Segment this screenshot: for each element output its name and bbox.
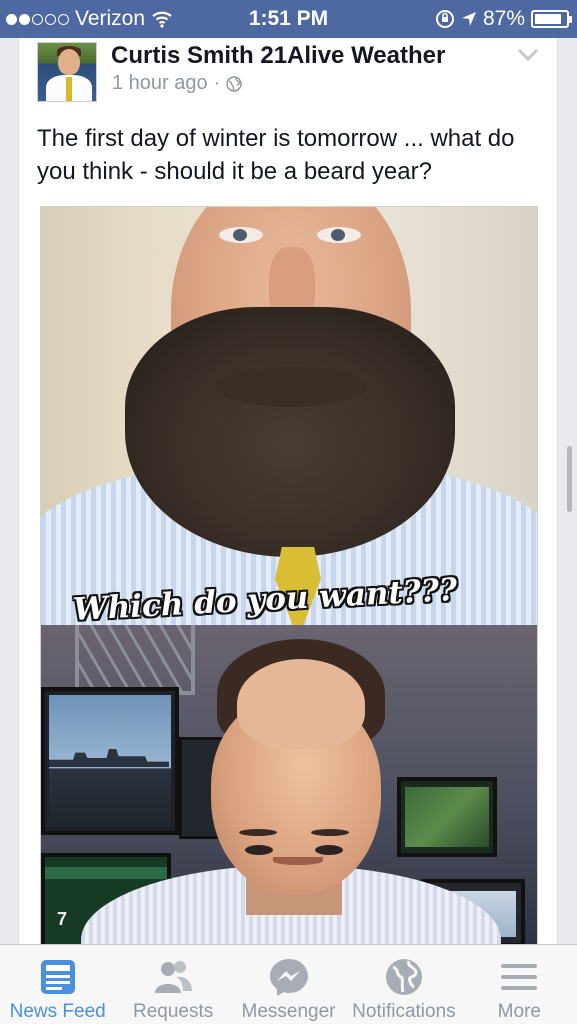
- tab-news-feed[interactable]: News Feed: [0, 945, 115, 1024]
- location-arrow-icon: [461, 12, 476, 26]
- news-feed-post: Curtis Smith 21Alive Weather 1 hour ago …: [18, 38, 558, 948]
- chevron-down-icon[interactable]: [517, 48, 539, 62]
- status-right: 87%: [435, 7, 572, 31]
- monitor-temperature: 7: [57, 909, 68, 929]
- meta-separator: ·: [213, 72, 221, 94]
- post-timestamp[interactable]: 1 hour ago: [112, 72, 208, 95]
- battery-percent: 87%: [482, 7, 525, 30]
- post-text: The first day of winter is tomorrow ... …: [37, 125, 515, 185]
- tab-more[interactable]: More: [462, 945, 577, 1024]
- battery-icon: [531, 10, 572, 28]
- author-name[interactable]: Curtis Smith 21Alive Weather: [111, 42, 445, 70]
- tab-requests[interactable]: Requests: [115, 945, 230, 1024]
- globe-icon: [385, 959, 422, 995]
- tab-messenger[interactable]: Messenger: [231, 945, 346, 1024]
- rotation-lock-icon: [435, 10, 454, 28]
- tab-label: Notifications: [352, 1001, 456, 1022]
- post-photo[interactable]: 7 Which do you want???: [40, 206, 538, 948]
- author-avatar[interactable]: [37, 42, 97, 102]
- tab-label: Messenger: [241, 1001, 336, 1022]
- post-meta: 1 hour ago ·: [112, 72, 243, 95]
- tab-notifications[interactable]: Notifications: [346, 945, 461, 1024]
- photo-panel-bearded: [41, 207, 537, 625]
- tab-label: More: [497, 1001, 541, 1022]
- news-feed-icon: [40, 960, 75, 994]
- tab-bar: News Feed Requests Messenger Notificatio…: [0, 944, 577, 1024]
- hamburger-menu-icon: [501, 964, 538, 990]
- messenger-icon: [269, 959, 308, 996]
- tab-label: Requests: [132, 1001, 214, 1022]
- status-bar: Verizon 1:51 PM 87%: [0, 0, 577, 38]
- scroll-indicator: [567, 446, 572, 512]
- tab-label: News Feed: [9, 1001, 106, 1022]
- globe-icon: [226, 75, 243, 92]
- photo-panel-clean-shaven: 7: [41, 625, 537, 947]
- friend-requests-icon: [155, 961, 193, 993]
